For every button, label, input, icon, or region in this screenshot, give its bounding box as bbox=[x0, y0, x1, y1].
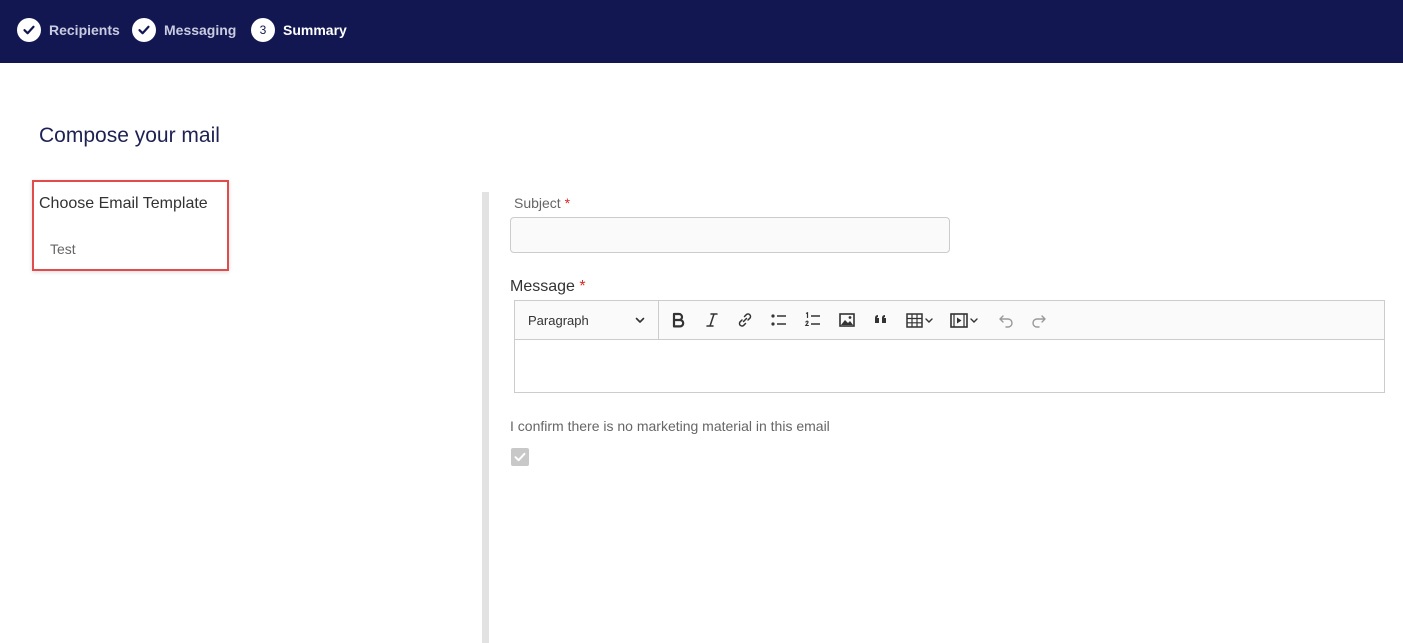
blockquote-button[interactable] bbox=[869, 309, 893, 331]
step-number: 3 bbox=[259, 23, 267, 37]
italic-button[interactable] bbox=[700, 309, 724, 331]
insert-media-button[interactable] bbox=[948, 309, 982, 331]
page-title: Compose your mail bbox=[39, 124, 220, 147]
message-label: Message * bbox=[510, 278, 586, 296]
image-icon bbox=[839, 313, 855, 327]
editor-toolbar: Paragraph bbox=[515, 301, 1384, 340]
rich-text-editor: Paragraph bbox=[514, 300, 1385, 393]
step-label: Summary bbox=[283, 22, 347, 38]
message-label-text: Message bbox=[510, 278, 575, 295]
media-icon bbox=[950, 313, 978, 328]
subject-input[interactable] bbox=[510, 217, 950, 253]
step-messaging[interactable]: Messaging bbox=[132, 18, 236, 42]
numbered-list-icon bbox=[804, 311, 820, 327]
table-icon bbox=[906, 313, 933, 328]
bulleted-list-icon bbox=[771, 314, 786, 326]
bulleted-list-button[interactable] bbox=[767, 309, 791, 331]
italic-icon bbox=[706, 313, 718, 327]
link-button[interactable] bbox=[733, 309, 757, 331]
chevron-down-icon bbox=[635, 317, 645, 323]
subject-label-text: Subject bbox=[514, 195, 561, 211]
template-heading: Choose Email Template bbox=[39, 195, 208, 212]
template-item[interactable]: Test bbox=[50, 241, 76, 257]
stepper-bar: Recipients Messaging 3 Summary bbox=[0, 0, 1403, 63]
numbered-list-button[interactable] bbox=[801, 309, 825, 331]
required-mark: * bbox=[564, 195, 571, 211]
template-chooser: Choose Email Template Test bbox=[32, 180, 229, 271]
undo-button[interactable] bbox=[994, 309, 1018, 331]
subject-label: Subject * bbox=[514, 195, 570, 211]
required-mark: * bbox=[579, 278, 586, 295]
redo-button[interactable] bbox=[1027, 309, 1051, 331]
step-label: Recipients bbox=[49, 22, 120, 38]
heading-dropdown-value: Paragraph bbox=[528, 312, 589, 328]
redo-icon bbox=[1032, 315, 1046, 328]
bold-icon bbox=[672, 312, 685, 328]
check-icon bbox=[132, 18, 156, 42]
undo-icon bbox=[999, 315, 1013, 328]
confirm-label: I confirm there is no marketing material… bbox=[510, 418, 830, 434]
message-editor-body[interactable] bbox=[515, 340, 1384, 392]
step-summary[interactable]: 3 Summary bbox=[251, 18, 347, 42]
checkmark-icon bbox=[514, 452, 526, 462]
step-number-badge: 3 bbox=[251, 18, 275, 42]
bold-button[interactable] bbox=[666, 309, 690, 331]
link-icon bbox=[738, 313, 752, 327]
blockquote-icon bbox=[875, 315, 886, 323]
insert-table-button[interactable] bbox=[904, 309, 938, 331]
step-recipients[interactable]: Recipients bbox=[17, 18, 120, 42]
insert-image-button[interactable] bbox=[835, 309, 859, 331]
check-icon bbox=[17, 18, 41, 42]
confirm-checkbox[interactable] bbox=[511, 448, 529, 466]
step-label: Messaging bbox=[164, 22, 237, 38]
vertical-divider bbox=[482, 192, 489, 643]
heading-dropdown[interactable]: Paragraph bbox=[515, 301, 659, 339]
